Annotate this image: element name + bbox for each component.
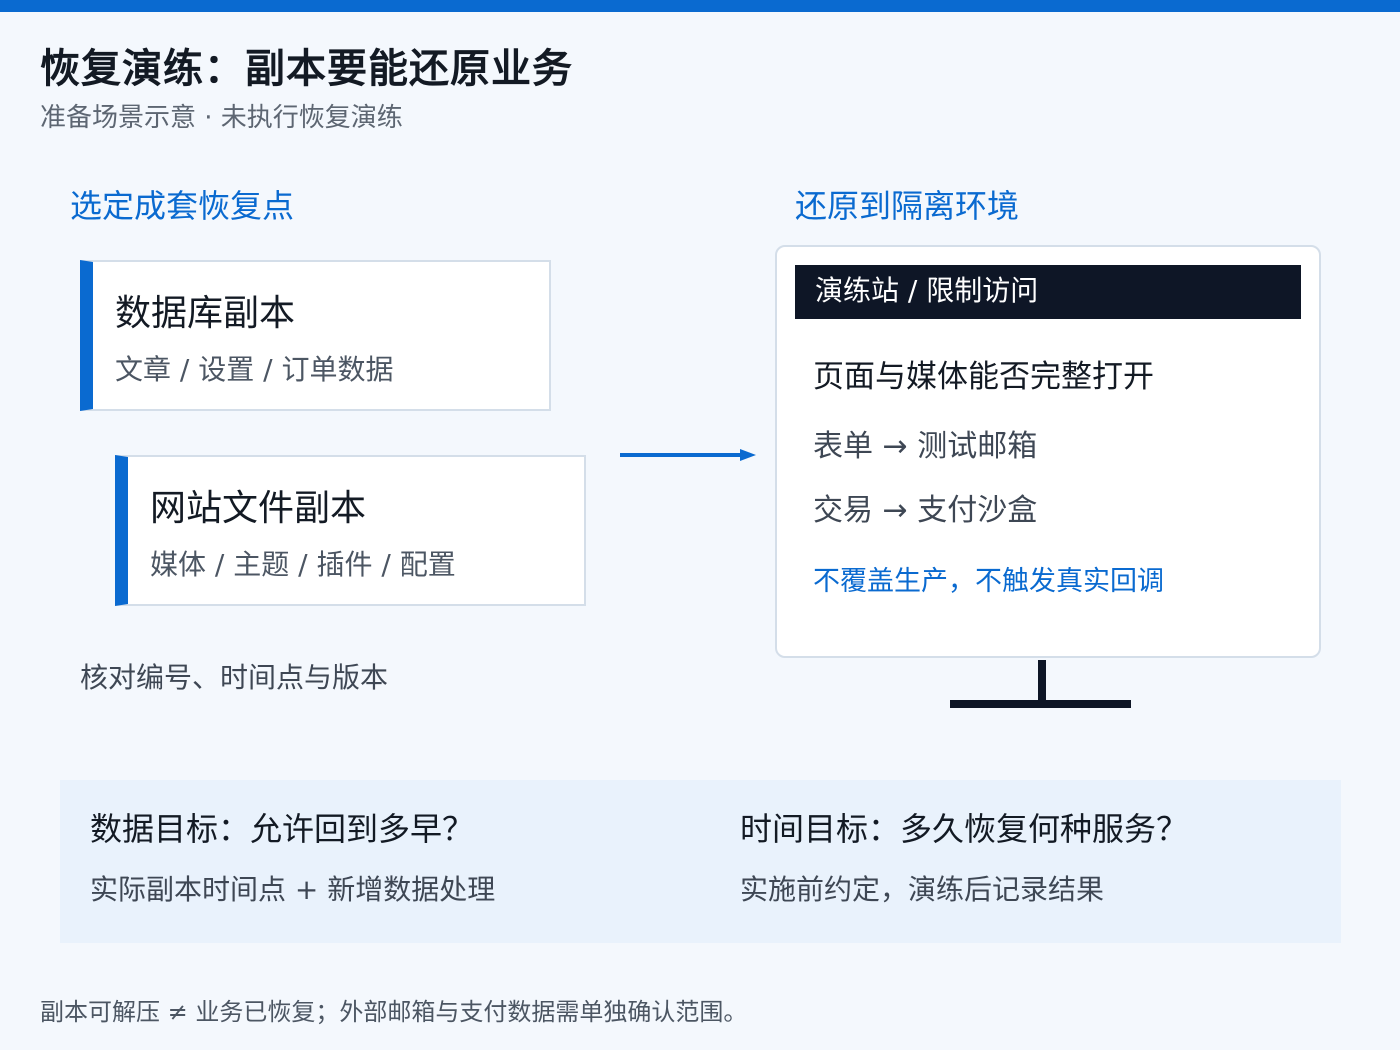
time-goal-description: 实施前约定，演练后记录结果 — [740, 873, 1105, 906]
verify-note: 核对编号、时间点与版本 — [80, 661, 389, 694]
monitor-stand-neck — [1038, 660, 1046, 704]
card-title: 数据库副本 — [115, 293, 296, 334]
goals-panel: 数据目标：允许回到多早？ 实际副本时间点 + 新增数据处理 时间目标：多久恢复何… — [60, 780, 1341, 943]
safety-note: 不覆盖生产，不触发真实回调 — [813, 566, 1164, 597]
monitor-stand-base — [950, 700, 1131, 708]
card-description: 媒体 / 主题 / 插件 / 配置 — [150, 548, 456, 581]
monitor-title-bar: 演练站 / 限制访问 — [795, 265, 1301, 319]
restore-arrow-icon — [620, 449, 756, 461]
check-title: 页面与媒体能否完整打开 — [813, 359, 1154, 395]
database-backup-card: 数据库副本 文章 / 设置 / 订单数据 — [80, 260, 551, 411]
top-accent-bar — [0, 0, 1400, 12]
restore-point-heading: 选定成套恢复点 — [70, 187, 295, 225]
page-subtitle: 准备场景示意 · 未执行恢复演练 — [40, 103, 403, 133]
website-files-backup-card: 网站文件副本 媒体 / 主题 / 插件 / 配置 — [115, 455, 586, 606]
check-line-payment: 交易 → 支付沙盒 — [813, 493, 1038, 528]
time-goal-title: 时间目标：多久恢复何种服务？ — [740, 810, 1189, 848]
staging-monitor: 演练站 / 限制访问 页面与媒体能否完整打开 表单 → 测试邮箱 交易 → 支付… — [775, 245, 1321, 658]
card-title: 网站文件副本 — [150, 488, 367, 529]
footer-note: 副本可解压 ≠ 业务已恢复；外部邮箱与支付数据需单独确认范围。 — [40, 998, 748, 1026]
card-description: 文章 / 设置 / 订单数据 — [115, 353, 394, 386]
page-title: 恢复演练：副本要能还原业务 — [40, 46, 573, 92]
data-goal-title: 数据目标：允许回到多早？ — [90, 810, 475, 848]
isolated-env-heading: 还原到隔离环境 — [795, 187, 1020, 225]
data-goal-description: 实际副本时间点 + 新增数据处理 — [90, 873, 496, 906]
check-line-form: 表单 → 测试邮箱 — [813, 429, 1038, 464]
